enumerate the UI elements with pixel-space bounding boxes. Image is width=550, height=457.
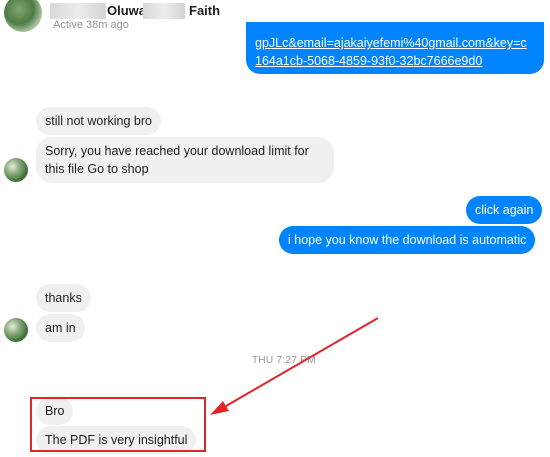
- redacted-name-part: [50, 3, 106, 19]
- received-message[interactable]: still not working bro: [36, 107, 161, 135]
- received-message[interactable]: am in: [36, 314, 85, 342]
- redacted-name-part: [143, 3, 185, 19]
- sent-message[interactable]: i hope you know the download is automati…: [279, 226, 536, 254]
- link-text-line2[interactable]: 164a1cb-5068-4859-93f0-32bc7666e9d0: [255, 52, 535, 70]
- sent-link-message[interactable]: gpJLc&email=ajakaiyefemi%40gmail.com&key…: [246, 22, 544, 74]
- sender-avatar[interactable]: [4, 158, 28, 182]
- received-message[interactable]: Sorry, you have reached your download li…: [36, 137, 334, 183]
- contact-name-last[interactable]: Faith: [189, 3, 220, 18]
- sender-avatar[interactable]: [4, 318, 28, 342]
- contact-avatar[interactable]: [4, 0, 42, 32]
- link-text-line1[interactable]: gpJLc&email=ajakaiyefemi%40gmail.com&key…: [255, 34, 535, 52]
- active-status: Active 38m ago: [53, 19, 129, 31]
- highlight-box: [30, 397, 206, 452]
- sent-message[interactable]: click again: [466, 196, 543, 224]
- message-timestamp: THU 7:27 PM: [252, 355, 316, 366]
- received-message[interactable]: thanks: [36, 284, 91, 312]
- contact-name-first[interactable]: Oluwa: [107, 3, 146, 18]
